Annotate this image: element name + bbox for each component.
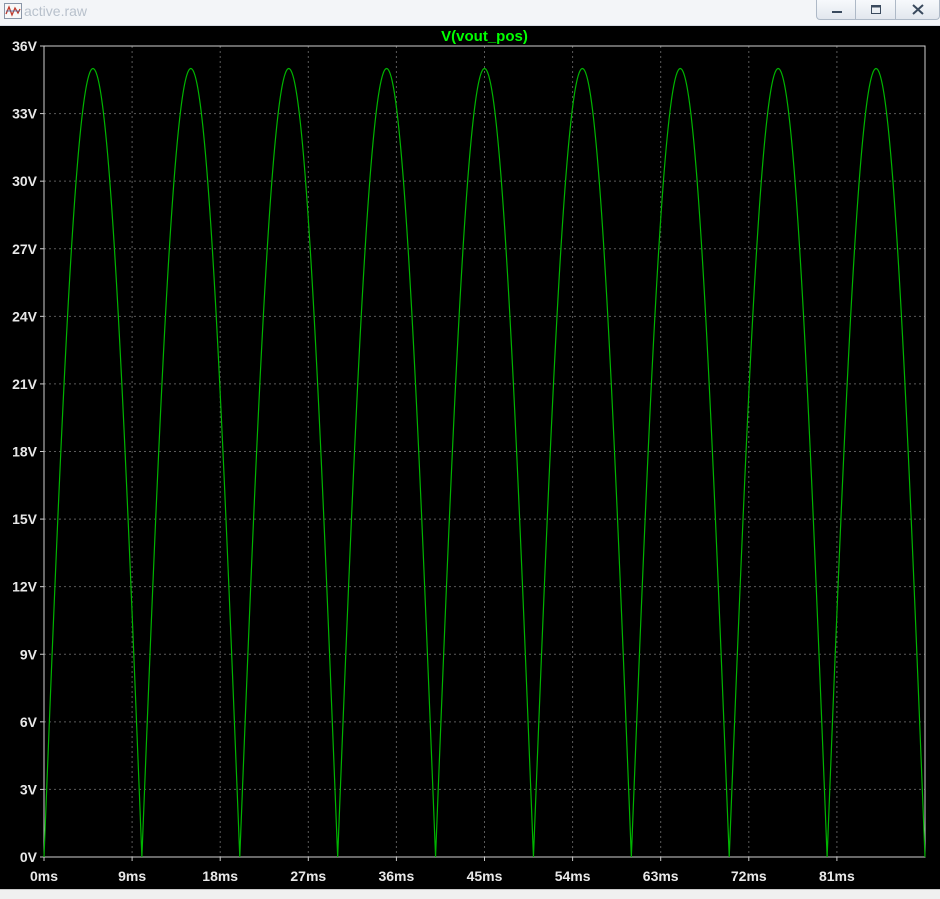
x-tick-label: 72ms	[731, 868, 767, 884]
minimize-icon	[832, 11, 842, 13]
y-tick-label: 6V	[20, 714, 38, 730]
x-tick-label: 18ms	[202, 868, 238, 884]
x-tick-label: 45ms	[467, 868, 503, 884]
y-tick-label: 15V	[12, 511, 38, 527]
minimize-button[interactable]	[816, 0, 856, 20]
y-tick-label: 9V	[20, 646, 38, 662]
x-tick-label: 81ms	[819, 868, 855, 884]
waveform-viewer-icon	[4, 3, 22, 19]
title-bar[interactable]: active.raw	[0, 0, 940, 26]
x-tick-label: 0ms	[30, 868, 58, 884]
y-tick-label: 30V	[12, 173, 38, 189]
x-tick-label: 36ms	[378, 868, 414, 884]
y-axis-ticks: 0V 3V 6V 9V 12V 15V 18V 21V 24V 27V 30V 33V 36V	[12, 38, 44, 865]
grid	[44, 46, 925, 857]
maximize-icon	[871, 5, 881, 14]
maximize-button[interactable]	[856, 0, 896, 20]
status-bar	[0, 889, 940, 899]
waveform-window: active.raw 0V 3V 6V 9V 12V 15V 18V 21V 24V 27V 30V…	[0, 0, 940, 899]
x-tick-label: 27ms	[290, 868, 326, 884]
y-tick-label: 27V	[12, 241, 38, 257]
y-tick-label: 0V	[20, 849, 38, 865]
window-title: active.raw	[24, 3, 88, 19]
waveform-chart[interactable]: 0V 3V 6V 9V 12V 15V 18V 21V 24V 27V 30V 33V 36V 0ms 9…	[0, 26, 940, 889]
y-tick-label: 18V	[12, 444, 38, 460]
x-axis-ticks: 0ms 9ms 18ms 27ms 36ms 45ms 54ms 63ms 72ms 81ms	[30, 857, 855, 884]
y-tick-label: 21V	[12, 376, 38, 392]
trace-title[interactable]: V(vout_pos)	[441, 28, 528, 45]
plot-pane[interactable]: 0V 3V 6V 9V 12V 15V 18V 21V 24V 27V 30V 33V 36V 0ms 9…	[0, 26, 940, 889]
x-tick-label: 63ms	[643, 868, 679, 884]
y-tick-label: 24V	[12, 308, 38, 324]
y-tick-label: 33V	[12, 106, 38, 122]
y-tick-label: 3V	[20, 781, 38, 797]
close-button[interactable]	[896, 0, 940, 20]
x-tick-label: 54ms	[555, 868, 591, 884]
close-icon	[912, 4, 924, 15]
x-tick-label: 9ms	[118, 868, 146, 884]
y-tick-label: 36V	[12, 38, 38, 54]
y-tick-label: 12V	[12, 579, 38, 595]
